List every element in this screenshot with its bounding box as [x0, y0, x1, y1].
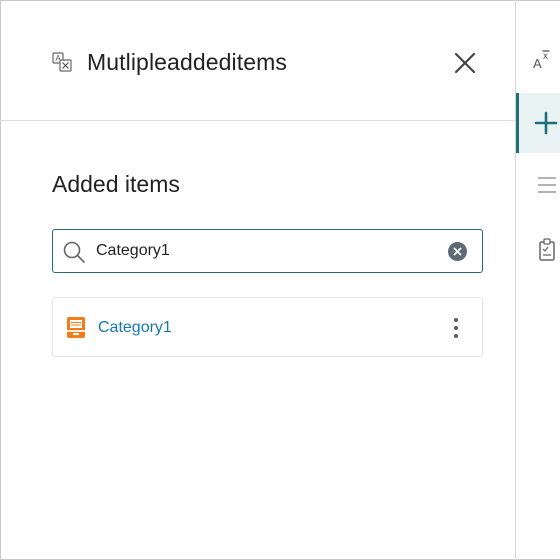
clear-icon: [453, 247, 462, 256]
list-item[interactable]: Category1: [52, 297, 483, 357]
right-rail: A x: [516, 0, 560, 560]
more-vertical-icon[interactable]: [446, 314, 466, 342]
rail-item-add[interactable]: [516, 93, 560, 153]
search-input[interactable]: [96, 239, 436, 263]
add-icon: [534, 111, 558, 135]
rail-item-list[interactable]: [516, 160, 560, 212]
panel-title: Mutlipleaddeditems: [87, 49, 287, 75]
list-icon: [538, 177, 556, 193]
clear-search-button[interactable]: [448, 242, 467, 261]
translate-icon: A: [52, 52, 72, 72]
search-icon: [63, 241, 85, 263]
svg-text:A: A: [533, 56, 542, 71]
svg-text:x: x: [543, 51, 548, 62]
rail-item-clipboard[interactable]: [516, 228, 560, 280]
close-icon[interactable]: [450, 48, 480, 78]
section-title: Added items: [52, 171, 180, 197]
search-box[interactable]: [52, 229, 483, 273]
text-format-icon: A x: [533, 50, 550, 71]
item-link[interactable]: Category1: [98, 317, 172, 339]
panel-header: A Mutlipleaddeditems: [0, 0, 515, 121]
rail-item-text-format[interactable]: A x: [516, 40, 560, 92]
archive-box-icon: [67, 317, 85, 338]
side-panel: A Mutlipleaddeditems Added items Categor…: [0, 0, 516, 560]
clipboard-icon: [539, 238, 555, 261]
